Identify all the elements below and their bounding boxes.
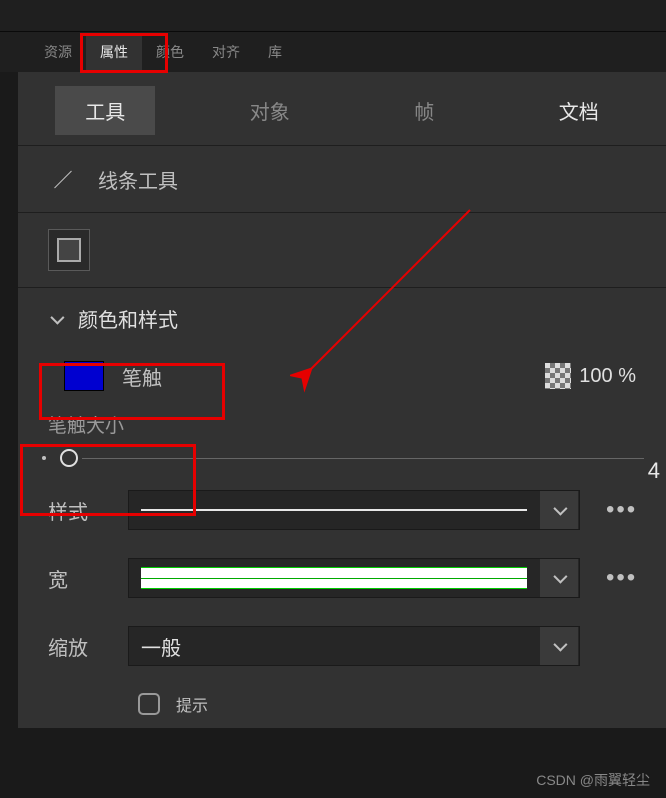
width-more-button[interactable]: ••• — [606, 564, 636, 592]
slider-min-icon — [42, 456, 46, 460]
stroke-color-row: 笔触 100 % — [18, 349, 666, 403]
stroke-size-value[interactable]: 4 — [648, 458, 660, 484]
chevron-down-icon[interactable] — [540, 559, 578, 597]
scale-row: 缩放 一般 ••• — [18, 612, 666, 680]
chevron-down-icon[interactable] — [540, 491, 578, 529]
section-title: 颜色和样式 — [78, 304, 178, 333]
stroke-size-block: 笔触大小 — [18, 403, 666, 476]
stroke-size-label: 笔触大小 — [48, 411, 644, 438]
style-more-button[interactable]: ••• — [606, 496, 636, 524]
tab-properties[interactable]: 属性 — [86, 34, 142, 70]
style-dropdown[interactable] — [128, 490, 580, 530]
style-label: 样式 — [48, 496, 108, 525]
subtab-object[interactable]: 对象 — [220, 86, 320, 135]
object-drawing-toggle[interactable] — [48, 229, 90, 271]
chevron-down-icon[interactable] — [540, 627, 578, 665]
section-color-style[interactable]: 颜色和样式 — [18, 288, 666, 349]
width-dropdown[interactable] — [128, 558, 580, 598]
tab-align[interactable]: 对齐 — [198, 34, 254, 70]
current-tool-row: 线条工具 — [18, 146, 666, 212]
hint-label: 提示 — [176, 692, 208, 716]
hint-row: 提示 — [18, 680, 666, 728]
tab-color[interactable]: 颜色 — [142, 34, 198, 70]
subtab-frame[interactable]: 帧 — [384, 86, 464, 135]
top-bar — [0, 0, 666, 32]
width-row: 宽 ••• — [18, 544, 666, 612]
slider-track-line — [82, 458, 644, 459]
subtab-document[interactable]: 文档 — [529, 86, 629, 135]
watermark: CSDN @雨翼轻尘 — [536, 770, 650, 790]
object-drawing-icon — [57, 238, 81, 262]
line-tool-icon — [48, 164, 78, 194]
scale-label: 缩放 — [48, 632, 108, 661]
stroke-size-slider[interactable] — [40, 448, 644, 468]
opacity-icon[interactable] — [545, 363, 571, 389]
object-drawing-row — [18, 213, 666, 287]
subtab-tool[interactable]: 工具 — [55, 86, 155, 135]
tool-label: 线条工具 — [98, 165, 178, 194]
sub-tabs: 工具 对象 帧 文档 — [18, 72, 666, 145]
width-label: 宽 — [48, 564, 108, 593]
opacity-value[interactable]: 100 % — [579, 365, 636, 388]
scale-value: 一般 — [141, 632, 181, 661]
properties-panel: 工具 对象 帧 文档 线条工具 颜色和样式 笔触 100 % 笔触大小 4 — [18, 72, 666, 728]
chevron-down-icon — [48, 311, 64, 327]
tab-resources[interactable]: 资源 — [30, 34, 86, 70]
style-preview-line — [141, 509, 527, 511]
panel-tabs: 资源 属性 颜色 对齐 库 — [0, 32, 666, 72]
tab-library[interactable]: 库 — [254, 34, 296, 70]
width-preview — [141, 567, 527, 589]
stroke-label: 笔触 — [122, 362, 162, 391]
stroke-color-swatch[interactable] — [64, 361, 104, 391]
style-row: 样式 ••• — [18, 476, 666, 544]
hint-checkbox[interactable] — [138, 693, 160, 715]
slider-thumb[interactable] — [60, 449, 78, 467]
scale-dropdown[interactable]: 一般 — [128, 626, 580, 666]
